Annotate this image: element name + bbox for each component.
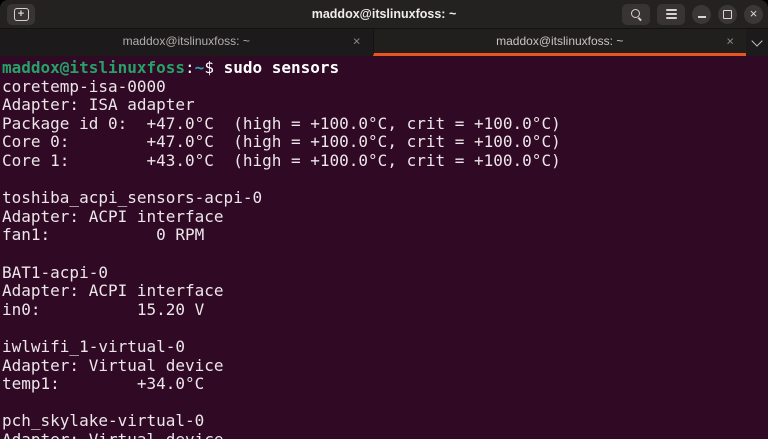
terminal-screen: maddox@itslinuxfoss:~$ sudo sensors core…: [2, 58, 768, 439]
tab-1-close-icon[interactable]: ×: [353, 35, 361, 48]
prompt-user-host: maddox@itslinuxfoss: [2, 58, 186, 77]
maximize-icon: [723, 9, 732, 19]
minimize-icon: [697, 16, 706, 18]
chevron-down-icon: [751, 34, 763, 47]
search-button[interactable]: [622, 3, 650, 25]
search-icon: [630, 8, 642, 20]
menu-button[interactable]: [657, 3, 685, 25]
command-text: sudo sensors: [223, 58, 340, 77]
prompt-symbol: $: [204, 58, 224, 77]
minimize-button[interactable]: [692, 4, 711, 24]
close-button[interactable]: ×: [744, 4, 763, 24]
tab-2-label: maddox@itslinuxfoss: ~: [496, 34, 624, 48]
new-tab-button[interactable]: +: [7, 3, 35, 25]
terminal-window: + maddox@itslinuxfoss: ~ × maddox@itslin…: [0, 0, 768, 439]
tab-1[interactable]: maddox@itslinuxfoss: ~ ×: [0, 29, 373, 56]
prompt-path: ~: [194, 58, 205, 77]
tab-2-close-icon[interactable]: ×: [726, 35, 734, 48]
tab-1-label: maddox@itslinuxfoss: ~: [122, 34, 250, 48]
new-tab-icon: +: [13, 7, 29, 21]
terminal-viewport[interactable]: maddox@itslinuxfoss:~$ sudo sensors core…: [0, 56, 768, 439]
hamburger-menu-icon: [665, 9, 677, 19]
tab-2-active[interactable]: maddox@itslinuxfoss: ~ ×: [372, 29, 746, 56]
tab-bar: maddox@itslinuxfoss: ~ × maddox@itslinux…: [0, 29, 768, 56]
tab-list-dropdown-button[interactable]: [746, 29, 768, 56]
terminal-output-lines: coretemp-isa-0000 Adapter: ISA adapter P…: [2, 76, 561, 439]
prompt-colon: :: [185, 58, 195, 77]
maximize-button[interactable]: [718, 4, 737, 24]
headerbar: + maddox@itslinuxfoss: ~ ×: [0, 0, 768, 29]
close-icon: ×: [749, 6, 758, 21]
